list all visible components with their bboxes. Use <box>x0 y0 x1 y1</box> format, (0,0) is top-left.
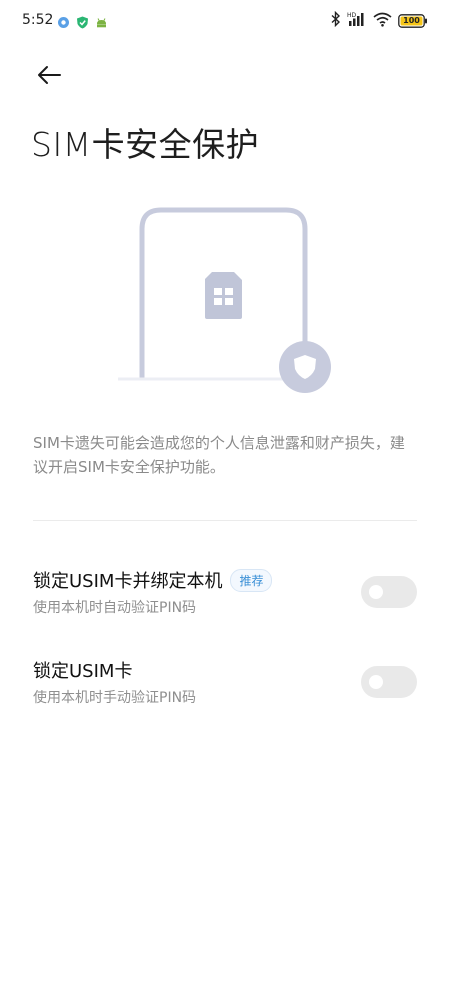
page-title: SIM卡安全保护 <box>31 125 260 164</box>
divider <box>33 520 417 521</box>
back-button[interactable] <box>30 60 68 94</box>
browser-icon <box>57 14 70 33</box>
shield-icon <box>279 341 331 393</box>
status-app-icons <box>57 14 108 33</box>
signal-tag: HD <box>347 12 357 19</box>
toggle-knob <box>369 585 383 599</box>
recommended-badge: 推荐 <box>230 568 273 592</box>
setting-lock-and-bind[interactable]: 锁定USIM卡并绑定本机 推荐 使用本机时自动验证PIN码 <box>33 566 417 626</box>
setting-subtitle: 使用本机时手动验证PIN码 <box>33 690 197 706</box>
bluetooth-icon <box>330 10 341 31</box>
setting-title: 锁定USIM卡并绑定本机 推荐 <box>33 567 273 593</box>
setting-title-text: 锁定USIM卡并绑定本机 <box>33 571 223 592</box>
sim-protection-illustration <box>110 205 340 400</box>
setting-title: 锁定USIM卡 <box>33 657 132 683</box>
lock-and-bind-toggle[interactable] <box>361 576 417 608</box>
status-right-icons: HD 100 <box>330 10 428 31</box>
toggle-knob <box>369 675 383 689</box>
shield-app-icon <box>76 14 89 33</box>
setting-title-text: 锁定USIM卡 <box>33 661 133 682</box>
description-text: SIM卡遗失可能会造成您的个人信息泄露和财产损失，建议开启SIM卡安全保护功能。 <box>33 434 405 476</box>
battery-icon: 100 <box>398 14 428 28</box>
status-bar: 5:52 HD 100 <box>0 0 450 44</box>
android-icon <box>95 14 108 33</box>
battery-level: 100 <box>403 16 420 25</box>
arrow-left-icon <box>36 65 62 89</box>
cellular-signal-icon: HD <box>347 11 367 31</box>
setting-subtitle: 使用本机时自动验证PIN码 <box>33 600 197 616</box>
wifi-icon <box>373 12 392 31</box>
status-time: 5:52 <box>22 12 54 28</box>
setting-lock-usim[interactable]: 锁定USIM卡 使用本机时手动验证PIN码 <box>33 656 417 716</box>
lock-usim-toggle[interactable] <box>361 666 417 698</box>
sim-card-icon <box>205 272 242 319</box>
